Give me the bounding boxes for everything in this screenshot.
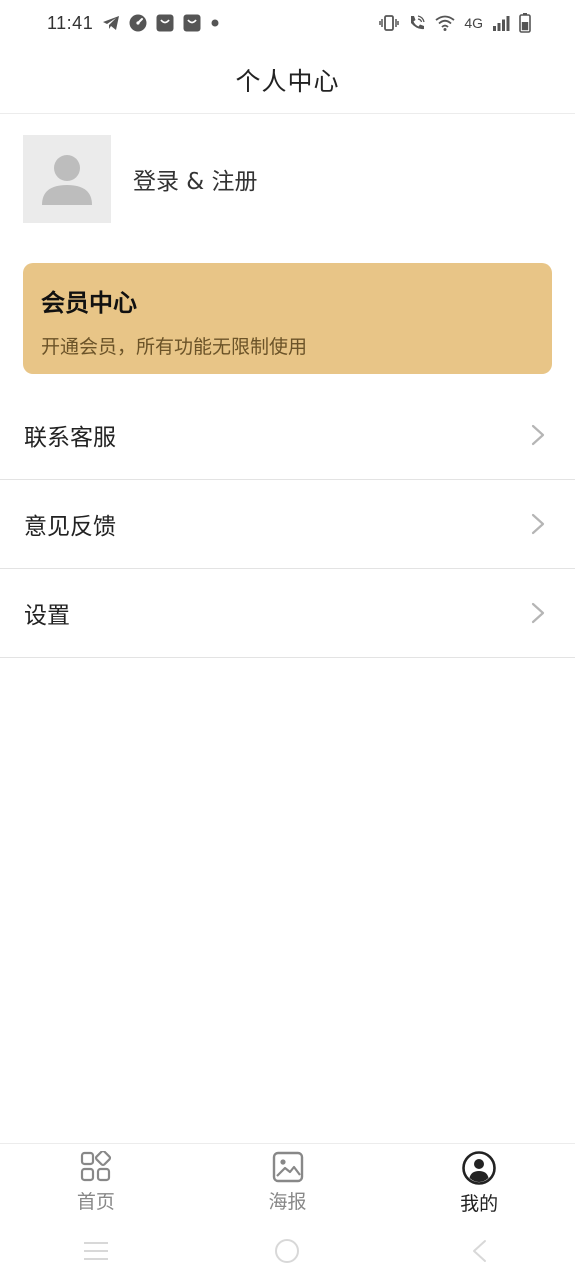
member-center-subtitle: 开通会员，所有功能无限制使用 [41, 336, 308, 358]
wifi-call-icon [408, 14, 426, 32]
home-button[interactable] [257, 1226, 317, 1276]
grid-apps-icon [80, 1151, 111, 1182]
menu-item-feedback[interactable]: 意见反馈 [0, 480, 575, 569]
telegram-icon [102, 15, 120, 31]
avatar[interactable] [23, 135, 111, 223]
screen: 11:41 4G 个人中心 登录 & 注册 会员中心 开通会员，所有功能无限制使… [0, 0, 575, 1280]
tab-poster[interactable]: 海报 [192, 1144, 384, 1221]
chevron-right-icon [531, 513, 545, 535]
tab-label: 首页 [76, 1191, 115, 1213]
vibrate-icon [379, 15, 400, 31]
tab-label: 海报 [268, 1191, 307, 1213]
chevron-right-icon [531, 424, 545, 446]
back-button[interactable] [449, 1226, 509, 1276]
menu-item-label: 意见反馈 [24, 514, 116, 540]
bottom-tab-bar: 首页 海报 我的 [0, 1143, 575, 1221]
back-icon [473, 1240, 487, 1262]
menu-item-contact-support[interactable]: 联系客服 [0, 391, 575, 480]
login-register-label[interactable]: 登录 & 注册 [133, 162, 258, 196]
login-register-entry[interactable]: 登录 & 注册 [23, 134, 258, 224]
image-icon [272, 1151, 303, 1183]
shopping-bag-icon [183, 14, 201, 32]
user-silhouette-icon [42, 155, 92, 205]
wifi-icon [435, 15, 455, 31]
signal-icon [492, 15, 510, 31]
member-center-card[interactable]: 会员中心 开通会员，所有功能无限制使用 [23, 263, 552, 374]
tab-mine[interactable]: 我的 [383, 1144, 575, 1221]
speedometer-icon [129, 14, 147, 32]
status-left: 11:41 [47, 13, 220, 34]
recent-apps-button[interactable] [66, 1226, 126, 1276]
chevron-right-icon [531, 602, 545, 624]
member-center-title: 会员中心 [41, 289, 137, 317]
menu-list: 联系客服 意见反馈 设置 [0, 391, 575, 658]
home-circle-icon [275, 1239, 300, 1263]
recent-apps-icon [83, 1242, 108, 1260]
dot-icon [210, 18, 220, 28]
status-time: 11:41 [47, 12, 94, 33]
battery-icon [519, 13, 531, 33]
tab-label: 我的 [460, 1193, 499, 1215]
menu-item-label: 联系客服 [24, 425, 116, 451]
title-bar: 个人中心 [0, 46, 575, 114]
user-circle-icon [462, 1151, 496, 1185]
network-type: 4G [464, 15, 483, 31]
status-bar: 11:41 4G [0, 0, 575, 46]
menu-item-settings[interactable]: 设置 [0, 569, 575, 658]
menu-item-label: 设置 [24, 603, 70, 629]
page-title: 个人中心 [235, 66, 340, 96]
shopping-bag-icon [156, 14, 174, 32]
tab-home[interactable]: 首页 [0, 1144, 192, 1221]
status-right: 4G [379, 13, 531, 33]
system-nav-bar [0, 1222, 575, 1280]
